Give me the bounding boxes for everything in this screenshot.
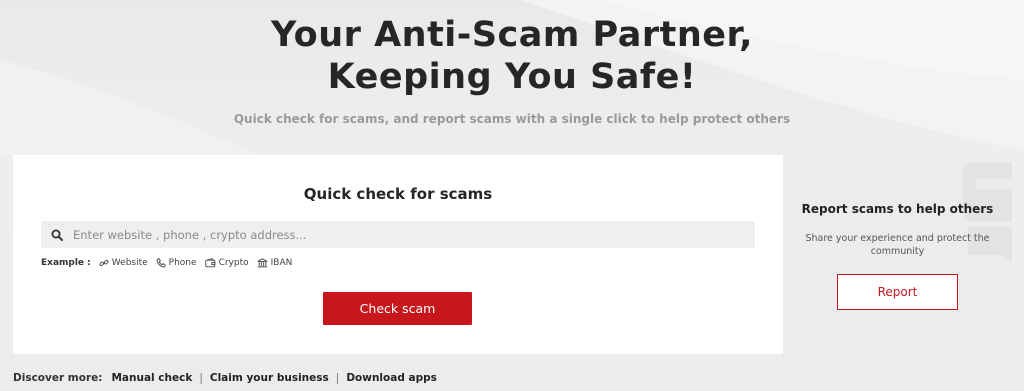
quick-check-card: Quick check for scams Example : Website … xyxy=(13,155,783,354)
hero-title-line1: Your Anti-Scam Partner, xyxy=(271,15,753,55)
example-website-label: Website xyxy=(111,258,148,268)
hero-subtitle: Quick check for scams, and report scams … xyxy=(233,112,791,126)
report-button[interactable]: Report xyxy=(837,274,958,310)
hero: Your Anti-Scam Partner, Keeping You Safe… xyxy=(0,14,1024,126)
separator: | xyxy=(199,372,203,384)
bank-icon xyxy=(257,258,268,268)
report-text: Share your experience and protect the co… xyxy=(805,233,990,257)
wallet-icon xyxy=(204,258,215,268)
example-website[interactable]: Website xyxy=(99,258,148,268)
example-crypto[interactable]: Crypto xyxy=(204,258,249,268)
example-iban-label: IBAN xyxy=(270,258,293,268)
discover-bar: Discover more: Manual check | Claim your… xyxy=(13,371,437,385)
claim-business-link[interactable]: Claim your business xyxy=(210,372,329,384)
example-phone[interactable]: Phone xyxy=(156,258,197,268)
search-icon xyxy=(51,228,65,242)
discover-label: Discover more: xyxy=(13,372,103,384)
chat-bubble-icon xyxy=(963,162,1012,263)
examples-label: Example : xyxy=(41,258,91,268)
separator: | xyxy=(335,372,340,384)
hero-title: Your Anti-Scam Partner, Keeping You Safe… xyxy=(0,14,1024,98)
quick-check-title: Quick check for scams xyxy=(303,185,493,203)
example-crypto-label: Crypto xyxy=(218,258,249,268)
example-iban[interactable]: IBAN xyxy=(257,258,293,268)
manual-check-link[interactable]: Manual check xyxy=(111,372,192,384)
examples-row: Example : Website Phone Crypto IBAN xyxy=(41,256,300,270)
search-box[interactable] xyxy=(41,221,755,248)
hero-title-line2: Keeping You Safe! xyxy=(327,57,697,97)
report-title: Report scams to help others xyxy=(801,202,994,216)
check-scam-button[interactable]: Check scam xyxy=(323,292,472,325)
search-input[interactable] xyxy=(73,227,733,242)
example-phone-label: Phone xyxy=(168,258,197,268)
phone-icon xyxy=(156,258,166,268)
download-apps-link[interactable]: Download apps xyxy=(346,372,437,384)
link-icon xyxy=(99,259,109,267)
report-panel: Report scams to help others Share your e… xyxy=(783,155,1012,354)
